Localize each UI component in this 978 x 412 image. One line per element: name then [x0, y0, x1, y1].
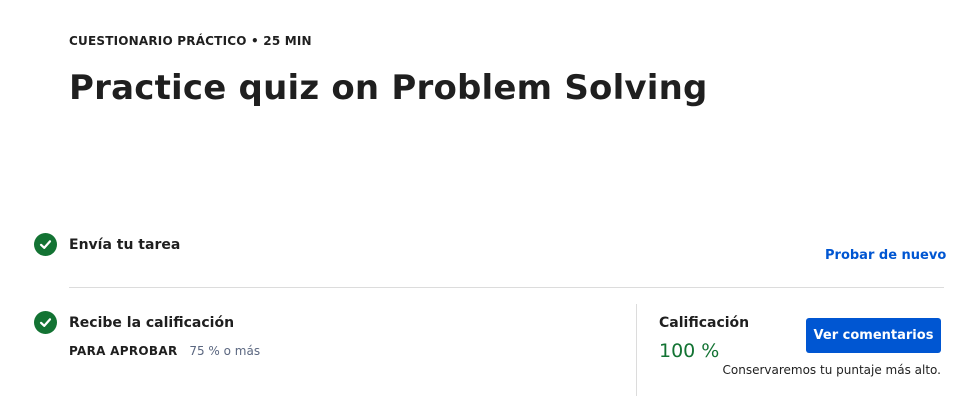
vertical-divider [636, 304, 637, 396]
grade-value: 100 % [659, 340, 720, 362]
passing-requirement: PARA APROBAR 75 % o más [69, 344, 260, 358]
try-again-link[interactable]: Probar de nuevo [825, 248, 946, 263]
page-title: Practice quiz on Problem Solving [69, 68, 708, 108]
check-circle-icon [34, 311, 57, 334]
quiz-eyebrow: CUESTIONARIO PRÁCTICO • 25 MIN [69, 34, 312, 48]
step-submit-label: Envía tu tarea [69, 237, 181, 253]
highest-score-note: Conservaremos tu puntaje más alto. [722, 363, 942, 377]
step-grade-label: Recibe la calificación [69, 315, 235, 331]
divider [69, 287, 944, 288]
pass-label: PARA APROBAR [69, 344, 178, 358]
view-feedback-button[interactable]: Ver comentarios [806, 318, 941, 353]
grade-label: Calificación [659, 315, 750, 331]
check-circle-icon [34, 233, 57, 256]
pass-value: 75 % o más [189, 344, 261, 358]
